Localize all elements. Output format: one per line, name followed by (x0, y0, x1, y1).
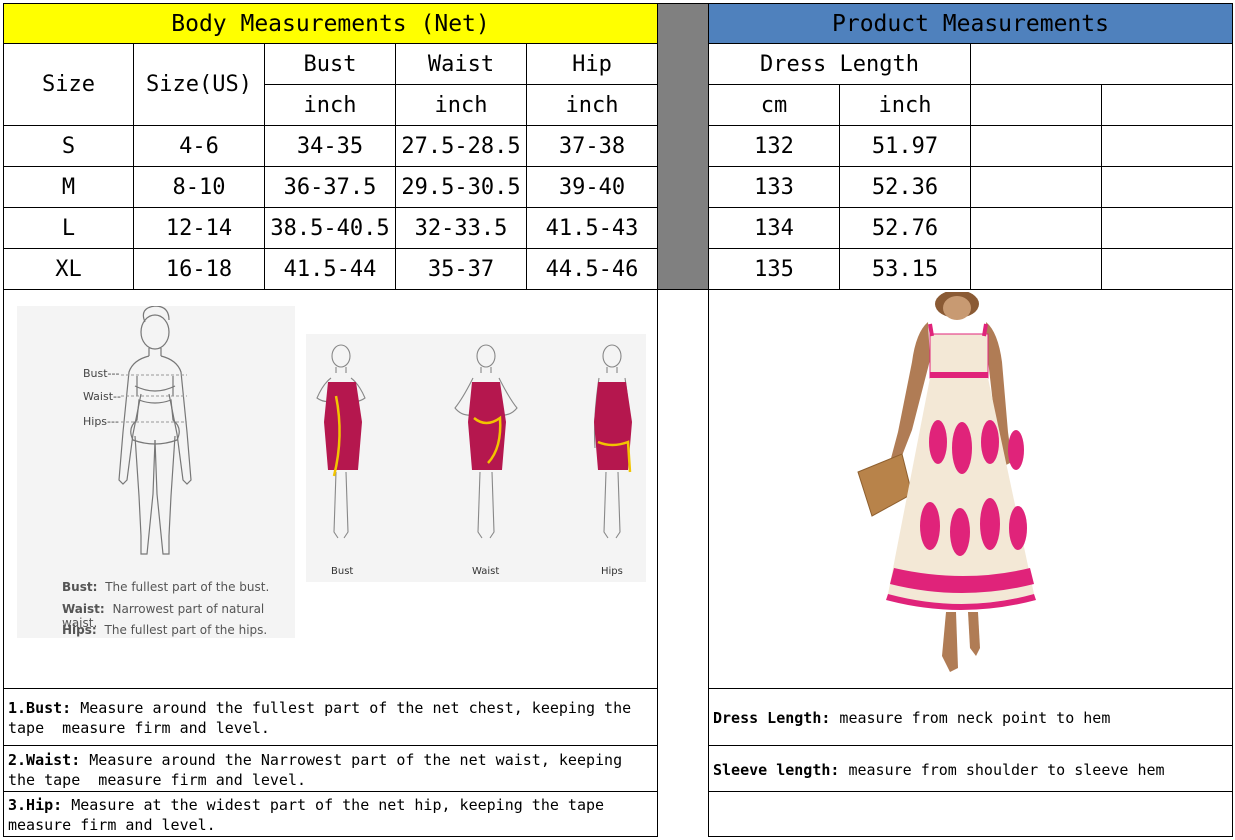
cell-size: S (3, 125, 134, 167)
product-dress-image (857, 292, 1036, 672)
note-bust: 1.Bust: Measure around the fullest part … (3, 688, 658, 746)
note-hip: 3.Hip: Measure at the widest part of the… (3, 791, 658, 837)
note-hip-text: Measure at the widest part of the net hi… (8, 796, 614, 834)
empty-cell (1101, 166, 1233, 208)
col-waist: Waist (395, 43, 527, 85)
cell-hip: 44.5-46 (526, 248, 658, 290)
col-size: Size (3, 43, 134, 126)
cell-size: M (3, 166, 134, 208)
cell-size-us: 4-6 (133, 125, 265, 167)
cell-bust: 41.5-44 (264, 248, 396, 290)
cell-size: XL (3, 248, 134, 290)
def-bust: Bust: The fullest part of the bust. (62, 580, 269, 594)
cell-inch: 52.76 (839, 207, 971, 249)
cell-waist: 32-33.5 (395, 207, 527, 249)
col-bust: Bust (264, 43, 396, 85)
note-sleeve-length: Sleeve length: measure from shoulder to … (708, 745, 1233, 792)
diagram-label-bust: Bust--- (83, 367, 120, 380)
diagram-label-hips: Hips--- (83, 415, 119, 428)
note-hip-term: 3.Hip: (8, 796, 63, 814)
empty-cell (1101, 84, 1233, 126)
note-sleeve-text: measure from shoulder to sleeve hem (839, 760, 1165, 779)
body-table-title: Body Measurements (Net) (3, 3, 658, 44)
def-hips: Hips: The fullest part of the hips. (62, 623, 267, 637)
empty-cell (970, 125, 1102, 167)
cell-cm: 133 (708, 166, 840, 208)
note-waist: 2.Waist: Measure around the Narrowest pa… (3, 745, 658, 792)
def-bust-term: Bust: (62, 580, 98, 594)
col-size-us: Size(US) (133, 43, 265, 126)
cell-size-us: 12-14 (133, 207, 265, 249)
dress-figures-illustration (316, 344, 632, 539)
col-hip: Hip (526, 43, 658, 85)
cell-inch: 53.15 (839, 248, 971, 290)
note-dress-content: Dress Length: measure from neck point to… (713, 708, 1110, 728)
note-sleeve-term: Sleeve length: (713, 760, 840, 779)
cell-hip: 39-40 (526, 166, 658, 208)
note-waist-term: 2.Waist: (8, 750, 81, 769)
note-hip-content: 3.Hip: Measure at the widest part of the… (8, 795, 653, 835)
cell-inch: 52.36 (839, 166, 971, 208)
empty-cell (970, 84, 1102, 126)
diagram-label-waist: Waist-- (83, 390, 121, 403)
figure-label-waist: Waist (472, 566, 500, 577)
body-measure-diagram: Bust--- Waist-- Hips--- Bust: The fulles… (17, 306, 295, 638)
note-dress-text: measure from neck point to hem (830, 709, 1111, 727)
note-sleeve-content: Sleeve length: measure from shoulder to … (713, 760, 1165, 780)
empty-cell (970, 207, 1102, 249)
cell-bust: 34-35 (264, 125, 396, 167)
unit-cm: cm (708, 84, 840, 126)
divider-column (657, 3, 709, 290)
cell-cm: 134 (708, 207, 840, 249)
def-hips-term: Hips: (62, 623, 97, 637)
cell-waist: 29.5-30.5 (395, 166, 527, 208)
unit-inch: inch (839, 84, 971, 126)
note-bust-term: 1.Bust: (8, 699, 72, 717)
cell-size-us: 16-18 (133, 248, 265, 290)
def-hips-text: The fullest part of the hips. (104, 623, 268, 637)
cell-cm: 135 (708, 248, 840, 290)
note-dress-term: Dress Length: (713, 709, 831, 727)
col-dress-length: Dress Length (708, 43, 971, 85)
note-empty (708, 791, 1233, 837)
def-bust-text: The fullest part of the bust. (105, 580, 270, 594)
unit-hip: inch (526, 84, 658, 126)
cell-inch: 51.97 (839, 125, 971, 167)
empty-cell (1101, 248, 1233, 290)
body-outline-icon (118, 306, 192, 555)
cell-bust: 38.5-40.5 (264, 207, 396, 249)
def-waist-term: Waist: (62, 602, 105, 616)
empty-cell (970, 248, 1102, 290)
note-dress-length: Dress Length: measure from neck point to… (708, 688, 1233, 746)
note-bust-text: Measure around the fullest part of the n… (8, 699, 641, 737)
note-waist-text: Measure around the Narrowest part of the… (8, 750, 632, 789)
divider-column-bottom (657, 289, 709, 837)
cell-cm: 132 (708, 125, 840, 167)
empty-cell (1101, 125, 1233, 167)
cell-waist: 27.5-28.5 (395, 125, 527, 167)
note-waist-content: 2.Waist: Measure around the Narrowest pa… (8, 750, 653, 790)
dress-measure-figures: Bust Waist Hips (306, 334, 646, 582)
unit-bust: inch (264, 84, 396, 126)
cell-hip: 41.5-43 (526, 207, 658, 249)
cell-hip: 37-38 (526, 125, 658, 167)
note-bust-content: 1.Bust: Measure around the fullest part … (8, 698, 653, 738)
empty-cell (1101, 207, 1233, 249)
empty-cell (970, 166, 1102, 208)
unit-waist: inch (395, 84, 527, 126)
cell-bust: 36-37.5 (264, 166, 396, 208)
cell-size-us: 8-10 (133, 166, 265, 208)
figure-label-hips: Hips (601, 566, 623, 577)
empty-header-cell (970, 43, 1233, 85)
cell-waist: 35-37 (395, 248, 527, 290)
cell-size: L (3, 207, 134, 249)
product-table-title: Product Measurements (708, 3, 1233, 44)
figure-label-bust: Bust (331, 566, 354, 577)
